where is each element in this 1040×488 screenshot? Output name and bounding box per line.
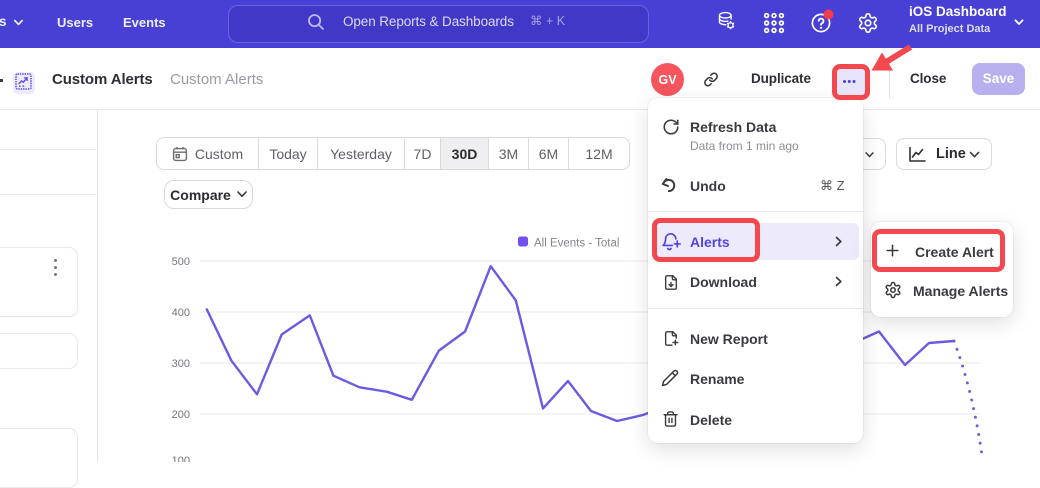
svg-text:300: 300 [172,358,190,370]
svg-text:All Events - Total: All Events - Total [534,237,619,249]
svg-text:200: 200 [172,409,190,421]
svg-text:100: 100 [172,455,190,462]
svg-text:500: 500 [172,256,190,268]
svg-text:400: 400 [172,307,190,319]
